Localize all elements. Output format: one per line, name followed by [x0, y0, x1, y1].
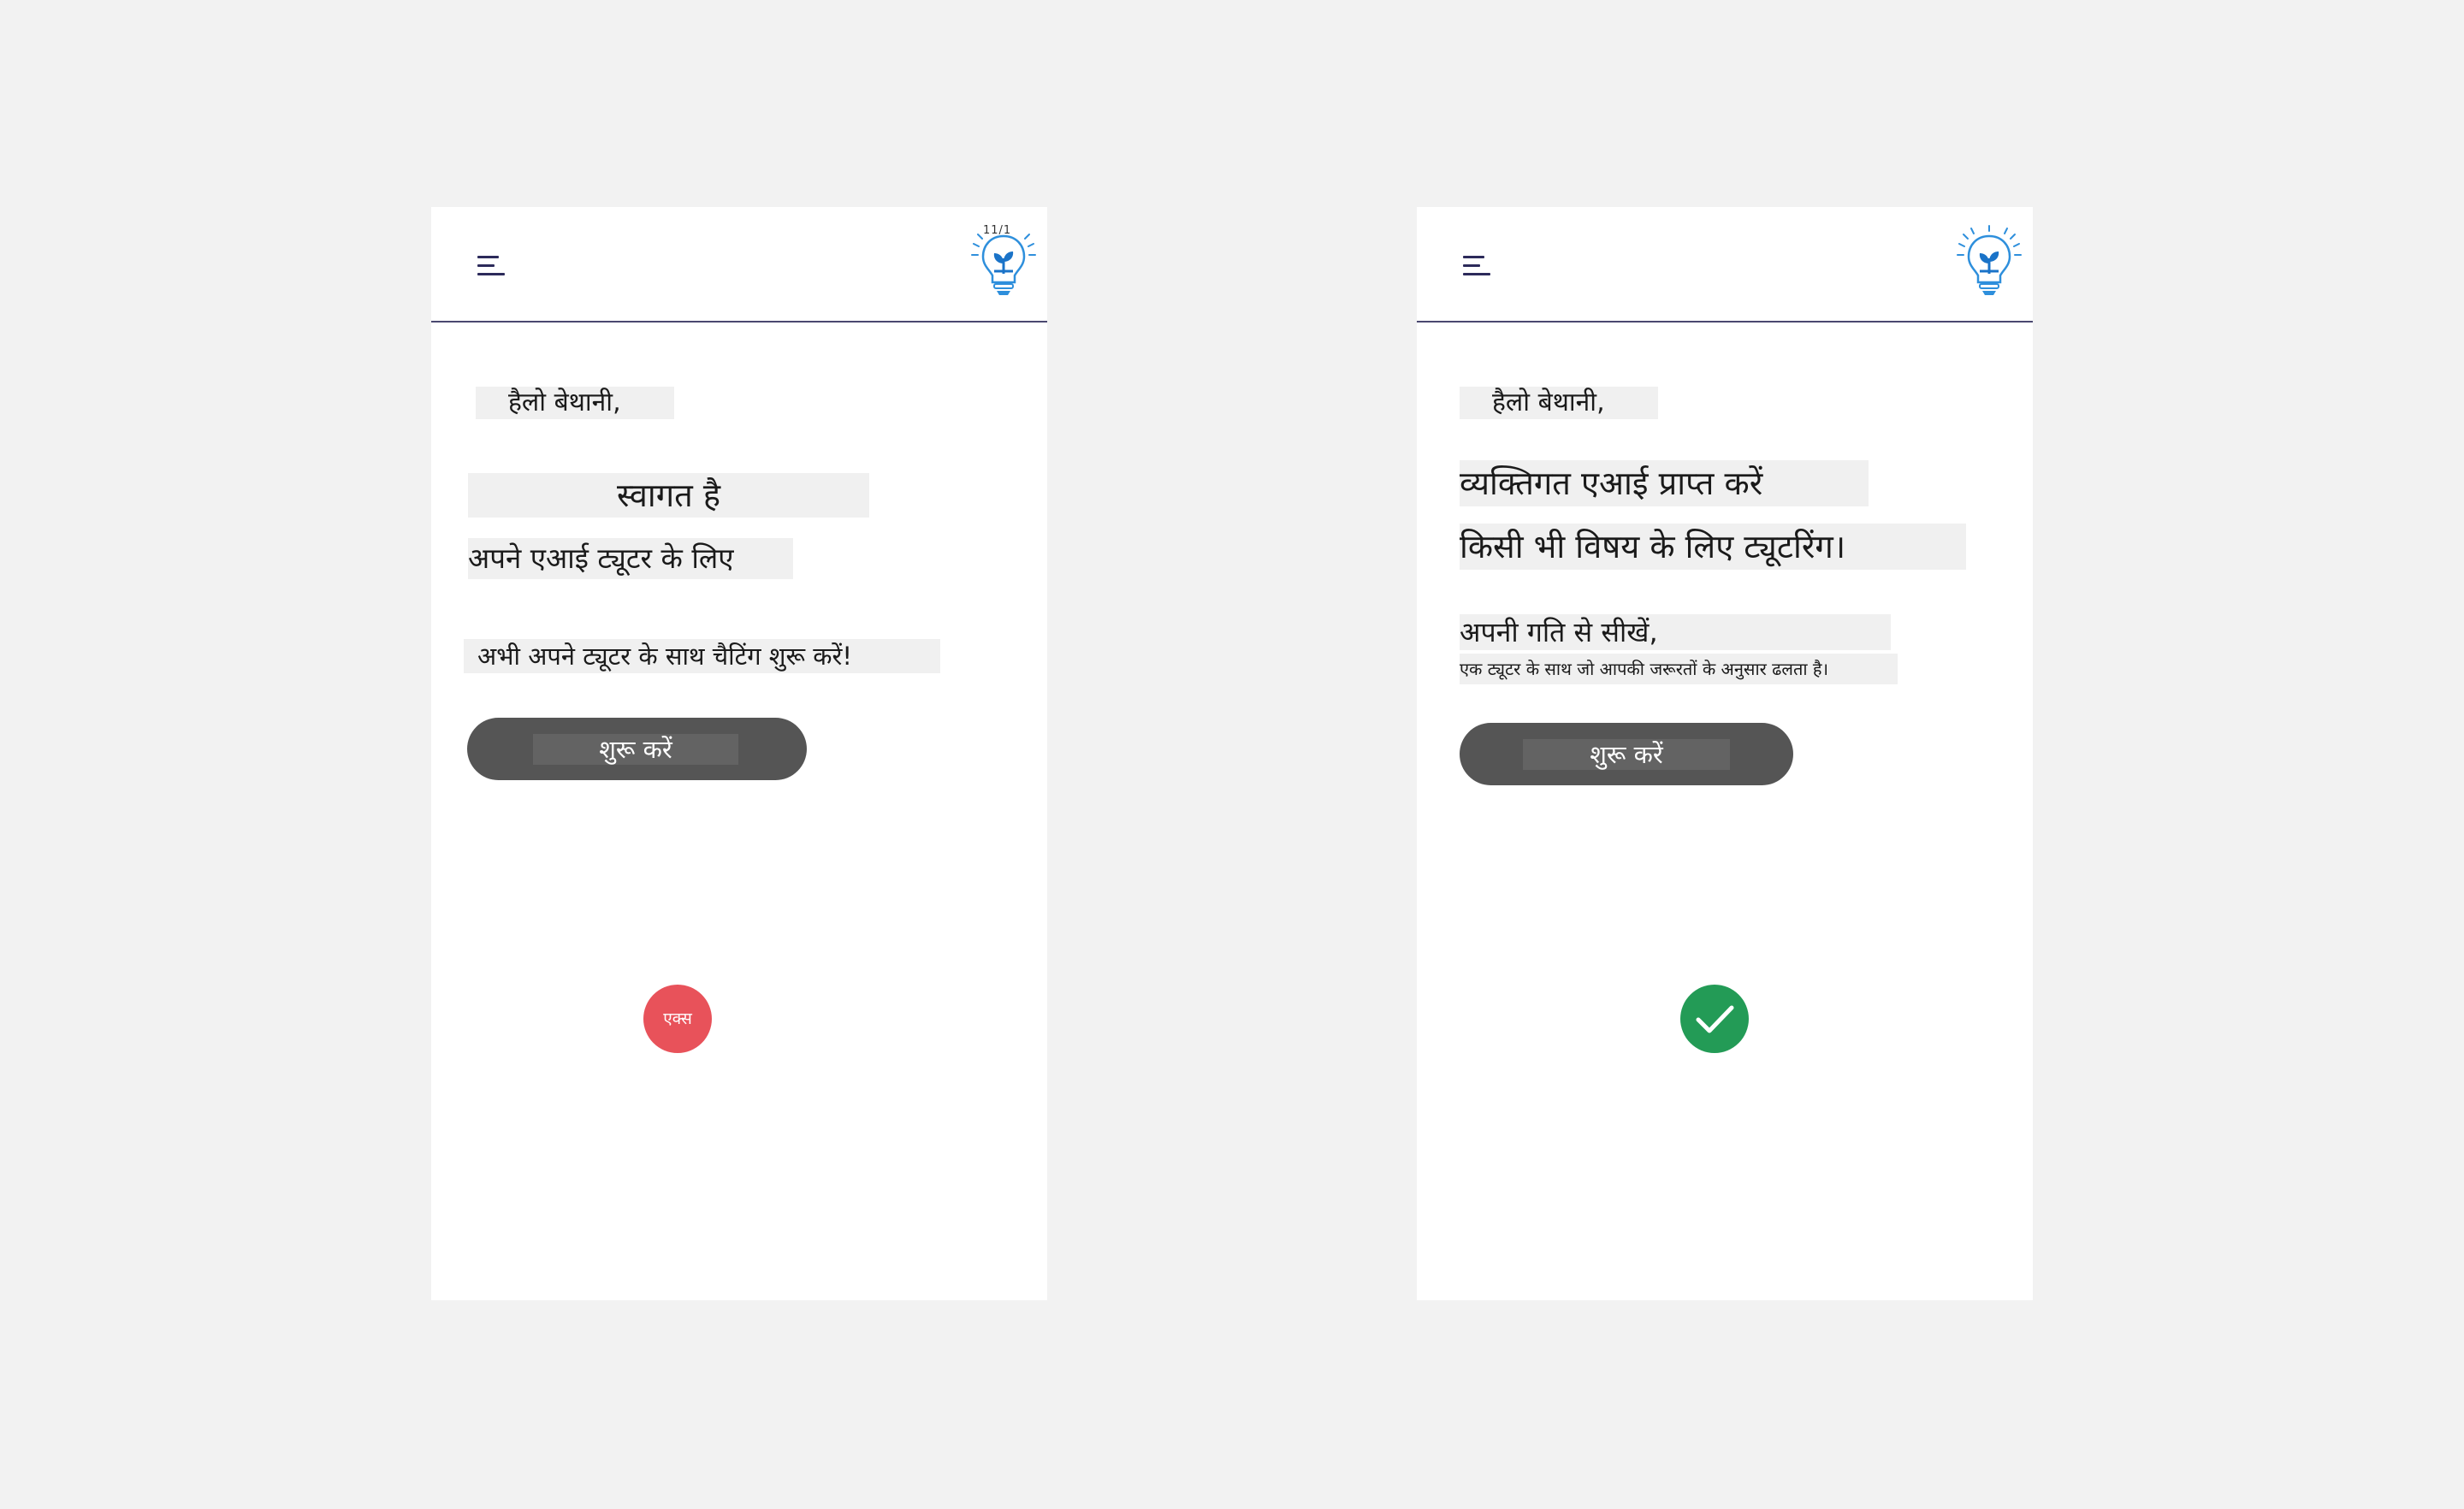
learn-subheading: अपनी गति से सीखें, — [1460, 614, 1891, 650]
chat-prompt-text: अभी अपने ट्यूटर के साथ चैटिंग शुरू करें! — [464, 639, 940, 673]
welcome-heading: स्वागत है — [468, 473, 869, 518]
app-header: 11/1 — [431, 207, 1047, 323]
lightbulb-plant-icon — [1957, 225, 2022, 295]
ai-tutor-subheading: अपने एआई ट्यूटर के लिए — [468, 538, 793, 579]
greeting-text: हैलो बेथानी, — [476, 387, 674, 419]
checkmark-icon — [1680, 985, 1749, 1053]
hamburger-menu-icon[interactable] — [474, 248, 508, 282]
headline-line-2: किसी भी विषय के लिए ट्यूटरिंग। — [1460, 524, 1966, 570]
headline-line-1: व्यक्तिगत एआई प्राप्त करें — [1460, 460, 1869, 506]
start-button-label: शुरू करें — [533, 734, 738, 765]
adaptive-tutor-subtext: एक ट्यूटर के साथ जो आपकी जरूरतों के अनुस… — [1460, 654, 1898, 684]
phone-screen-incorrect: 11/1 हैलो बेथानी, स्वागत है अपने एआई ट्य… — [431, 207, 1047, 1300]
start-button[interactable]: शुरू करें — [467, 718, 807, 780]
app-header — [1417, 207, 2033, 323]
start-button[interactable]: शुरू करें — [1460, 723, 1793, 785]
start-button-label: शुरू करें — [1523, 739, 1730, 770]
phone-screen-correct: हैलो बेथानी, व्यक्तिगत एआई प्राप्त करें … — [1417, 207, 2033, 1300]
hamburger-menu-icon[interactable] — [1460, 248, 1494, 282]
x-icon: एक्स — [643, 985, 712, 1053]
logo-mark-text: 11/1 — [983, 224, 1012, 237]
greeting-text: हैलो बेथानी, — [1460, 387, 1658, 419]
